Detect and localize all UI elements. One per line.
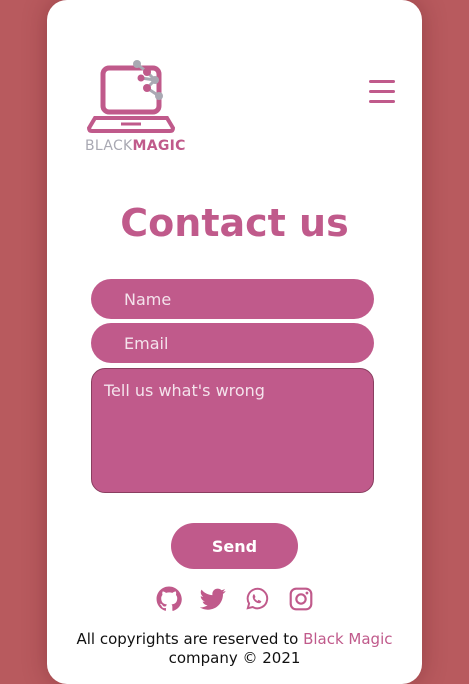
name-input[interactable] bbox=[91, 279, 374, 319]
send-button[interactable]: Send bbox=[171, 523, 298, 569]
email-input[interactable] bbox=[91, 323, 374, 363]
copyright-year-text: company © 2021 bbox=[168, 649, 301, 667]
page-title: Contact us bbox=[120, 201, 349, 245]
hamburger-menu-icon[interactable] bbox=[369, 80, 399, 106]
contact-card: BLACKMAGIC Contact us Send All copyright… bbox=[47, 0, 422, 684]
whatsapp-icon[interactable] bbox=[244, 586, 270, 612]
logo-wordmark: BLACKMAGIC bbox=[85, 138, 186, 154]
menu-bar bbox=[369, 100, 395, 103]
menu-bar bbox=[369, 90, 395, 93]
twitter-icon[interactable] bbox=[199, 586, 226, 612]
instagram-icon[interactable] bbox=[288, 586, 314, 612]
menu-bar bbox=[369, 80, 395, 83]
logo-text-bold: MAGIC bbox=[132, 138, 186, 154]
laptop-logo-icon bbox=[86, 60, 176, 133]
github-icon[interactable] bbox=[156, 586, 182, 612]
logo[interactable]: BLACKMAGIC bbox=[85, 58, 195, 156]
footer: All copyrights are reserved to Black Mag… bbox=[47, 630, 422, 668]
message-textarea[interactable] bbox=[91, 368, 374, 493]
brand-link[interactable]: Black Magic bbox=[303, 630, 392, 648]
copyright-text: All copyrights are reserved to bbox=[76, 630, 299, 648]
logo-text-light: BLACK bbox=[85, 138, 133, 154]
social-links bbox=[47, 586, 422, 612]
